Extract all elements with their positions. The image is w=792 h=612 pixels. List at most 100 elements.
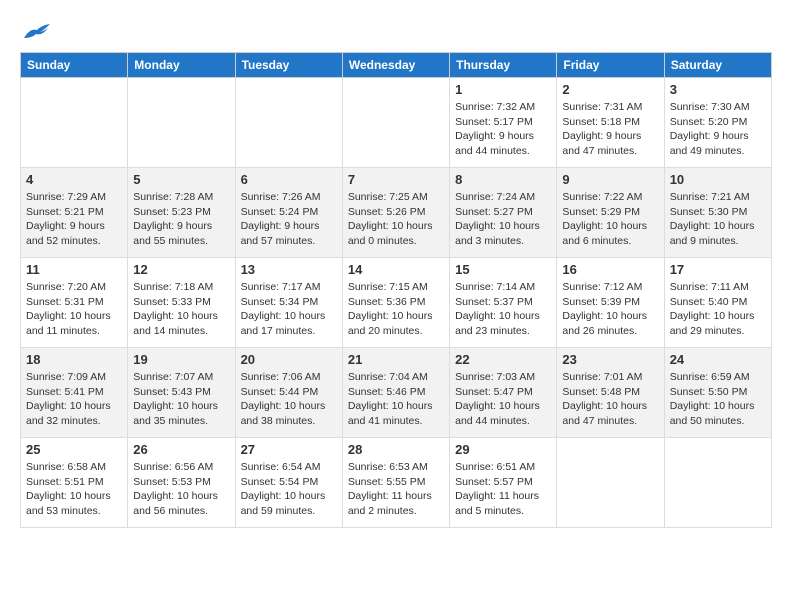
daylight-text: Daylight: 9 hours and 57 minutes. (241, 220, 320, 247)
day-number: 14 (348, 262, 444, 277)
day-info: Sunrise: 7:28 AM Sunset: 5:23 PM Dayligh… (133, 190, 229, 249)
day-info: Sunrise: 7:26 AM Sunset: 5:24 PM Dayligh… (241, 190, 337, 249)
weekday-header: Monday (128, 53, 235, 78)
calendar-cell: 11 Sunrise: 7:20 AM Sunset: 5:31 PM Dayl… (21, 258, 128, 348)
sunset-text: Sunset: 5:37 PM (455, 296, 533, 308)
sunrise-text: Sunrise: 6:51 AM (455, 461, 535, 473)
sunset-text: Sunset: 5:18 PM (562, 116, 640, 128)
daylight-text: Daylight: 10 hours and 0 minutes. (348, 220, 433, 247)
day-number: 23 (562, 352, 658, 367)
sunrise-text: Sunrise: 7:14 AM (455, 281, 535, 293)
calendar-cell: 15 Sunrise: 7:14 AM Sunset: 5:37 PM Dayl… (450, 258, 557, 348)
sunset-text: Sunset: 5:48 PM (562, 386, 640, 398)
sunset-text: Sunset: 5:17 PM (455, 116, 533, 128)
day-info: Sunrise: 7:12 AM Sunset: 5:39 PM Dayligh… (562, 280, 658, 339)
sunset-text: Sunset: 5:29 PM (562, 206, 640, 218)
day-info: Sunrise: 7:07 AM Sunset: 5:43 PM Dayligh… (133, 370, 229, 429)
calendar-cell: 3 Sunrise: 7:30 AM Sunset: 5:20 PM Dayli… (664, 78, 771, 168)
calendar-cell: 10 Sunrise: 7:21 AM Sunset: 5:30 PM Dayl… (664, 168, 771, 258)
calendar-cell: 25 Sunrise: 6:58 AM Sunset: 5:51 PM Dayl… (21, 438, 128, 528)
calendar-cell: 22 Sunrise: 7:03 AM Sunset: 5:47 PM Dayl… (450, 348, 557, 438)
calendar-cell: 24 Sunrise: 6:59 AM Sunset: 5:50 PM Dayl… (664, 348, 771, 438)
day-info: Sunrise: 6:59 AM Sunset: 5:50 PM Dayligh… (670, 370, 766, 429)
calendar-cell (235, 78, 342, 168)
sunrise-text: Sunrise: 7:20 AM (26, 281, 106, 293)
sunrise-text: Sunrise: 7:31 AM (562, 101, 642, 113)
daylight-text: Daylight: 11 hours and 5 minutes. (455, 490, 539, 517)
day-number: 12 (133, 262, 229, 277)
page-header (20, 20, 772, 42)
day-number: 2 (562, 82, 658, 97)
sunrise-text: Sunrise: 7:32 AM (455, 101, 535, 113)
sunset-text: Sunset: 5:47 PM (455, 386, 533, 398)
calendar-week-row: 25 Sunrise: 6:58 AM Sunset: 5:51 PM Dayl… (21, 438, 772, 528)
sunset-text: Sunset: 5:43 PM (133, 386, 211, 398)
day-number: 29 (455, 442, 551, 457)
daylight-text: Daylight: 10 hours and 56 minutes. (133, 490, 218, 517)
daylight-text: Daylight: 11 hours and 2 minutes. (348, 490, 432, 517)
calendar-cell: 5 Sunrise: 7:28 AM Sunset: 5:23 PM Dayli… (128, 168, 235, 258)
daylight-text: Daylight: 10 hours and 3 minutes. (455, 220, 540, 247)
sunset-text: Sunset: 5:55 PM (348, 476, 426, 488)
daylight-text: Daylight: 10 hours and 9 minutes. (670, 220, 755, 247)
sunrise-text: Sunrise: 7:22 AM (562, 191, 642, 203)
calendar-cell (342, 78, 449, 168)
daylight-text: Daylight: 10 hours and 53 minutes. (26, 490, 111, 517)
sunrise-text: Sunrise: 6:59 AM (670, 371, 750, 383)
daylight-text: Daylight: 9 hours and 52 minutes. (26, 220, 105, 247)
day-number: 18 (26, 352, 122, 367)
day-number: 25 (26, 442, 122, 457)
calendar-cell (128, 78, 235, 168)
day-info: Sunrise: 7:14 AM Sunset: 5:37 PM Dayligh… (455, 280, 551, 339)
day-info: Sunrise: 6:56 AM Sunset: 5:53 PM Dayligh… (133, 460, 229, 519)
day-info: Sunrise: 7:09 AM Sunset: 5:41 PM Dayligh… (26, 370, 122, 429)
sunset-text: Sunset: 5:39 PM (562, 296, 640, 308)
day-number: 17 (670, 262, 766, 277)
sunrise-text: Sunrise: 6:53 AM (348, 461, 428, 473)
day-info: Sunrise: 7:32 AM Sunset: 5:17 PM Dayligh… (455, 100, 551, 159)
day-number: 8 (455, 172, 551, 187)
weekday-header: Friday (557, 53, 664, 78)
day-number: 20 (241, 352, 337, 367)
day-info: Sunrise: 7:25 AM Sunset: 5:26 PM Dayligh… (348, 190, 444, 249)
sunset-text: Sunset: 5:34 PM (241, 296, 319, 308)
sunset-text: Sunset: 5:30 PM (670, 206, 748, 218)
day-number: 6 (241, 172, 337, 187)
daylight-text: Daylight: 10 hours and 32 minutes. (26, 400, 111, 427)
calendar-cell: 17 Sunrise: 7:11 AM Sunset: 5:40 PM Dayl… (664, 258, 771, 348)
calendar-cell: 12 Sunrise: 7:18 AM Sunset: 5:33 PM Dayl… (128, 258, 235, 348)
calendar-cell: 26 Sunrise: 6:56 AM Sunset: 5:53 PM Dayl… (128, 438, 235, 528)
day-info: Sunrise: 7:18 AM Sunset: 5:33 PM Dayligh… (133, 280, 229, 339)
day-info: Sunrise: 6:54 AM Sunset: 5:54 PM Dayligh… (241, 460, 337, 519)
daylight-text: Daylight: 10 hours and 11 minutes. (26, 310, 111, 337)
calendar-cell: 8 Sunrise: 7:24 AM Sunset: 5:27 PM Dayli… (450, 168, 557, 258)
day-number: 1 (455, 82, 551, 97)
day-info: Sunrise: 7:15 AM Sunset: 5:36 PM Dayligh… (348, 280, 444, 339)
sunrise-text: Sunrise: 6:56 AM (133, 461, 213, 473)
day-number: 13 (241, 262, 337, 277)
sunrise-text: Sunrise: 7:17 AM (241, 281, 321, 293)
sunset-text: Sunset: 5:21 PM (26, 206, 104, 218)
sunrise-text: Sunrise: 7:24 AM (455, 191, 535, 203)
day-number: 7 (348, 172, 444, 187)
calendar-cell (557, 438, 664, 528)
calendar-week-row: 1 Sunrise: 7:32 AM Sunset: 5:17 PM Dayli… (21, 78, 772, 168)
day-number: 10 (670, 172, 766, 187)
sunset-text: Sunset: 5:23 PM (133, 206, 211, 218)
calendar-cell: 6 Sunrise: 7:26 AM Sunset: 5:24 PM Dayli… (235, 168, 342, 258)
sunrise-text: Sunrise: 7:11 AM (670, 281, 749, 293)
sunset-text: Sunset: 5:57 PM (455, 476, 533, 488)
daylight-text: Daylight: 10 hours and 35 minutes. (133, 400, 218, 427)
daylight-text: Daylight: 10 hours and 41 minutes. (348, 400, 433, 427)
daylight-text: Daylight: 10 hours and 50 minutes. (670, 400, 755, 427)
sunset-text: Sunset: 5:54 PM (241, 476, 319, 488)
day-number: 16 (562, 262, 658, 277)
calendar-cell: 14 Sunrise: 7:15 AM Sunset: 5:36 PM Dayl… (342, 258, 449, 348)
daylight-text: Daylight: 10 hours and 29 minutes. (670, 310, 755, 337)
calendar-cell: 29 Sunrise: 6:51 AM Sunset: 5:57 PM Dayl… (450, 438, 557, 528)
calendar-cell: 21 Sunrise: 7:04 AM Sunset: 5:46 PM Dayl… (342, 348, 449, 438)
sunset-text: Sunset: 5:46 PM (348, 386, 426, 398)
sunset-text: Sunset: 5:50 PM (670, 386, 748, 398)
weekday-header: Wednesday (342, 53, 449, 78)
weekday-header: Thursday (450, 53, 557, 78)
